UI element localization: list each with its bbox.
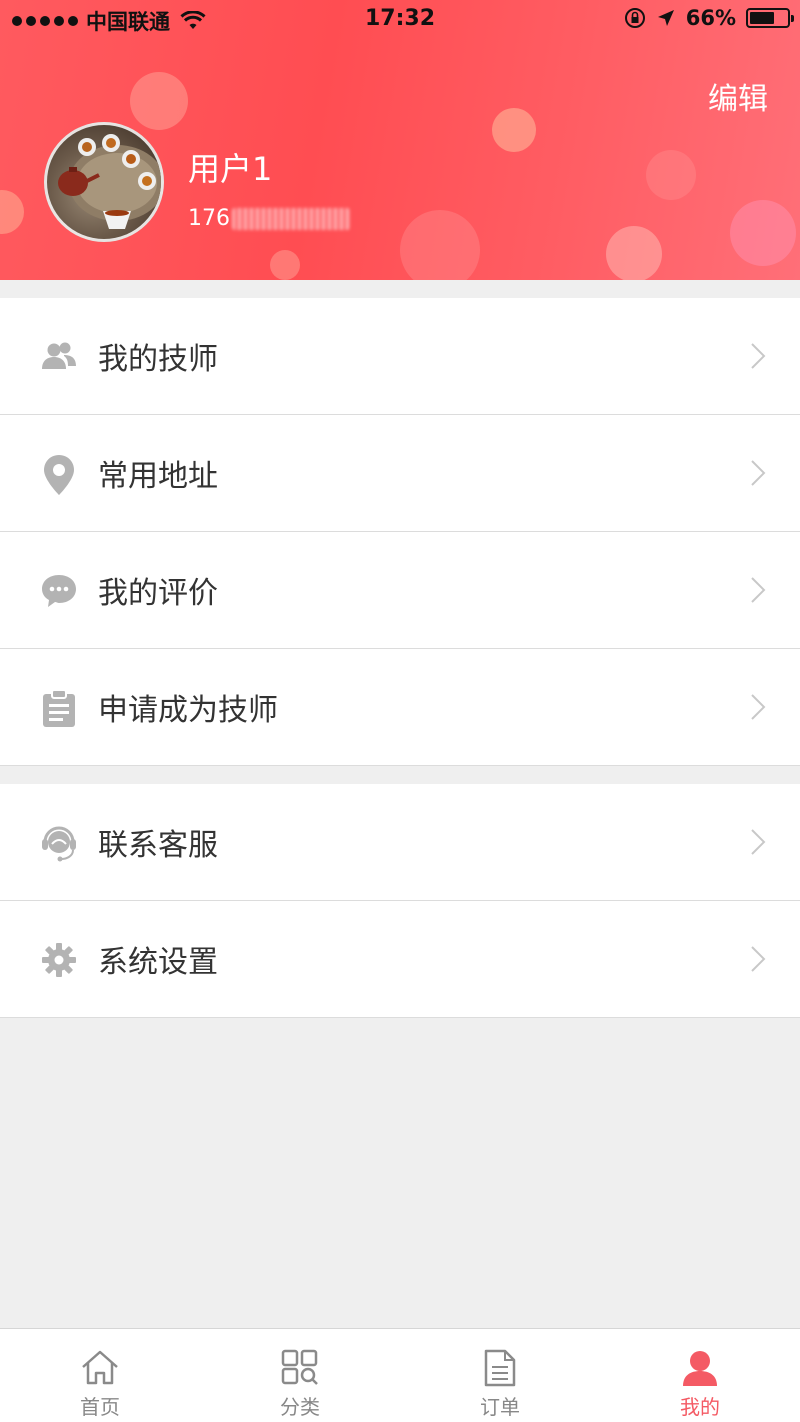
chevron-right-icon xyxy=(751,694,766,720)
tab-label: 订单 xyxy=(480,1395,520,1419)
menu-item-label: 系统设置 xyxy=(98,945,218,980)
chat-bubble-icon xyxy=(42,575,76,607)
avatar-image xyxy=(58,134,161,229)
bokeh-decoration xyxy=(730,200,796,266)
tab-label: 我的 xyxy=(680,1395,720,1419)
menu-item-common-address[interactable]: 常用地址 xyxy=(0,415,800,532)
menu-item-label: 我的评价 xyxy=(98,576,218,611)
chevron-right-icon xyxy=(751,343,766,369)
menu-item-my-technicians[interactable]: 我的技师 xyxy=(0,298,800,415)
tab-label: 首页 xyxy=(80,1395,120,1419)
bokeh-decoration xyxy=(130,72,188,130)
menu-group-primary: 我的技师 常用地址 我的评价 申请成为技师 xyxy=(0,298,800,766)
phone-mask xyxy=(232,207,350,230)
battery-percentage: 66% xyxy=(685,6,736,30)
order-document-icon xyxy=(484,1349,516,1387)
tab-category[interactable]: 分类 xyxy=(200,1329,400,1422)
users-icon xyxy=(42,342,76,369)
orientation-lock-icon xyxy=(624,8,645,28)
home-icon xyxy=(82,1350,118,1385)
phone-number: 176 xyxy=(188,206,350,231)
gear-icon xyxy=(42,943,76,977)
avatar[interactable] xyxy=(44,122,164,242)
tab-profile[interactable]: 我的 xyxy=(600,1329,800,1422)
bokeh-decoration xyxy=(0,190,24,234)
menu-item-label: 我的技师 xyxy=(98,342,218,377)
battery-icon xyxy=(746,8,794,28)
bokeh-decoration xyxy=(646,150,696,200)
tab-orders[interactable]: 订单 xyxy=(400,1329,600,1422)
category-icon xyxy=(281,1349,318,1385)
status-bar: 中国联通 17:32 66% xyxy=(0,0,800,40)
menu-item-contact-support[interactable]: 联系客服 xyxy=(0,784,800,901)
headset-icon xyxy=(42,826,76,862)
menu-item-label: 申请成为技师 xyxy=(98,693,278,728)
tab-label: 分类 xyxy=(280,1395,320,1419)
menu-item-label: 常用地址 xyxy=(98,459,218,494)
tab-home[interactable]: 首页 xyxy=(0,1329,200,1422)
location-pin-icon xyxy=(44,455,74,495)
bokeh-decoration xyxy=(400,210,480,280)
bokeh-decoration xyxy=(606,226,662,280)
menu-item-label: 联系客服 xyxy=(98,828,218,863)
chevron-right-icon xyxy=(751,577,766,603)
bokeh-decoration xyxy=(492,108,536,152)
profile-icon xyxy=(683,1351,717,1386)
location-arrow-icon xyxy=(657,10,674,26)
username: 用户1 xyxy=(188,150,273,188)
phone-prefix: 176 xyxy=(188,206,230,231)
clipboard-icon xyxy=(43,689,75,727)
chevron-right-icon xyxy=(751,460,766,486)
chevron-right-icon xyxy=(751,829,766,855)
profile-header: 中国联通 17:32 66% 编辑 用户1 176 xyxy=(0,0,800,280)
menu-item-system-settings[interactable]: 系统设置 xyxy=(0,901,800,1018)
bottom-tab-bar: 首页 分类 订单 我的 xyxy=(0,1328,800,1422)
menu-group-secondary: 联系客服 系统设置 xyxy=(0,784,800,1018)
edit-profile-button[interactable]: 编辑 xyxy=(708,74,768,118)
menu-item-apply-technician[interactable]: 申请成为技师 xyxy=(0,649,800,766)
chevron-right-icon xyxy=(751,946,766,972)
bokeh-decoration xyxy=(270,250,300,280)
menu-item-my-reviews[interactable]: 我的评价 xyxy=(0,532,800,649)
